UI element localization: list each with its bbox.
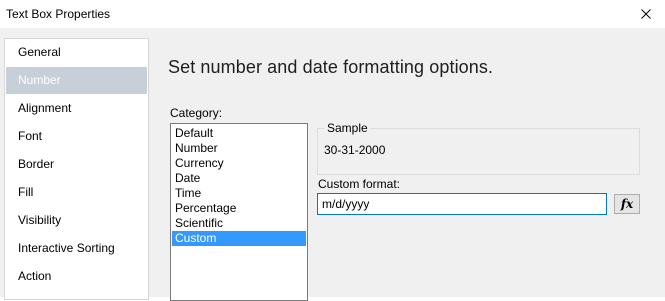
dialog-body: General Number Alignment Font Border Fil… [0, 28, 665, 301]
sidebar-item-action[interactable]: Action [6, 263, 147, 290]
page-heading: Set number and date formatting options. [168, 57, 494, 77]
sidebar-item-alignment[interactable]: Alignment [6, 95, 147, 122]
close-icon [641, 9, 651, 19]
category-item-scientific[interactable]: Scientific [172, 216, 306, 231]
sample-label: Sample [324, 121, 371, 135]
sidebar-item-fill[interactable]: Fill [6, 179, 147, 206]
category-item-custom[interactable]: Custom [172, 231, 306, 246]
sample-value: 30-31-2000 [324, 143, 386, 157]
title-bar: Text Box Properties [0, 0, 665, 28]
sample-groupbox: Sample 30-31-2000 [317, 121, 640, 175]
category-item-currency[interactable]: Currency [172, 156, 306, 171]
sidebar-item-visibility[interactable]: Visibility [6, 207, 147, 234]
category-item-percentage[interactable]: Percentage [172, 201, 306, 216]
sidebar-nav: General Number Alignment Font Border Fil… [4, 38, 149, 300]
custom-format-input[interactable] [317, 193, 607, 215]
sidebar-item-number[interactable]: Number [6, 67, 147, 94]
custom-format-label: Custom format: [318, 177, 401, 191]
sidebar-item-font[interactable]: Font [6, 123, 147, 150]
sidebar-item-border[interactable]: Border [6, 151, 147, 178]
close-button[interactable] [627, 0, 665, 28]
category-item-default[interactable]: Default [172, 126, 306, 141]
category-label: Category: [170, 106, 223, 120]
category-item-date[interactable]: Date [172, 171, 306, 186]
sidebar-item-general[interactable]: General [6, 39, 147, 66]
expression-button[interactable]: fx [614, 194, 640, 214]
category-item-time[interactable]: Time [172, 186, 306, 201]
function-icon: fx [620, 197, 634, 211]
category-item-number[interactable]: Number [172, 141, 306, 156]
sidebar-item-interactive-sorting[interactable]: Interactive Sorting [6, 235, 147, 262]
category-listbox[interactable]: Default Number Currency Date Time Percen… [170, 123, 308, 301]
window-title: Text Box Properties [6, 7, 111, 21]
